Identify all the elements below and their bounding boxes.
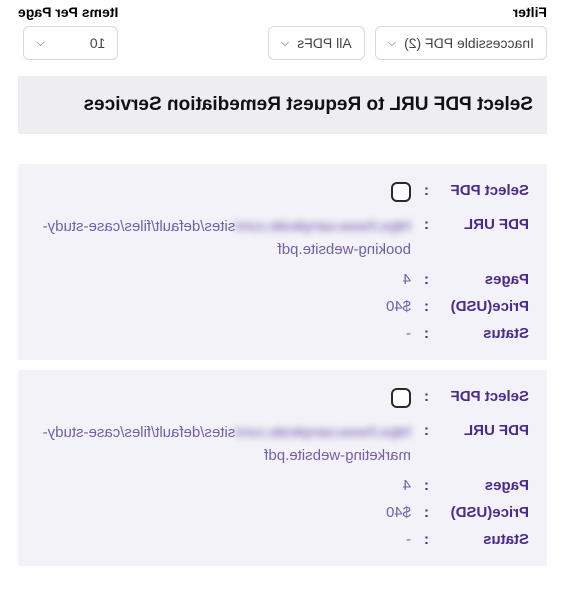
pages-value: 4 (36, 477, 411, 494)
pages-value: 4 (36, 271, 411, 288)
pdf-card: Select PDF : PDF URL : https://www.sampl… (18, 164, 547, 360)
pdf-url-value: https://www.samplesite.com/sites/default… (36, 216, 411, 261)
select-pdf-checkbox[interactable] (391, 182, 411, 202)
label-select-pdf: Select PDF (429, 182, 529, 199)
label-select-pdf: Select PDF (429, 388, 529, 405)
label-price: Price(USD) (429, 504, 529, 521)
banner-title: Select PDF URL to Request Remediation Se… (18, 76, 547, 134)
filter-label: Filter (513, 4, 547, 20)
status-value: - (36, 325, 411, 342)
label-pdf-url: PDF URL (429, 216, 529, 233)
label-pages: Pages (429, 477, 529, 494)
filter-inaccessible-value: Inaccessible PDF (2) (404, 35, 534, 51)
filter-allpdfs-select[interactable]: All PDFs ⌵ (268, 26, 365, 60)
items-per-page-select[interactable]: 10 ⌵ (23, 26, 118, 60)
items-per-page-label: Items Per Page (18, 4, 118, 20)
status-value: - (36, 531, 411, 548)
items-per-page-value: 10 (90, 35, 106, 51)
chevron-down-icon: ⌵ (36, 37, 44, 50)
label-status: Status (429, 325, 529, 342)
pdf-url-value: https://www.samplesite.com/sites/default… (36, 422, 411, 467)
pdf-card: Select PDF : PDF URL : https://www.sampl… (18, 370, 547, 566)
filter-allpdfs-value: All PDFs (297, 35, 351, 51)
label-pages: Pages (429, 271, 529, 288)
label-price: Price(USD) (429, 298, 529, 315)
price-value: $40 (36, 298, 411, 315)
chevron-down-icon: ⌵ (281, 37, 289, 50)
label-status: Status (429, 531, 529, 548)
chevron-down-icon: ⌵ (388, 37, 396, 50)
label-pdf-url: PDF URL (429, 422, 529, 439)
filter-inaccessible-select[interactable]: Inaccessible PDF (2) ⌵ (375, 26, 547, 60)
select-pdf-checkbox[interactable] (391, 388, 411, 408)
price-value: $40 (36, 504, 411, 521)
